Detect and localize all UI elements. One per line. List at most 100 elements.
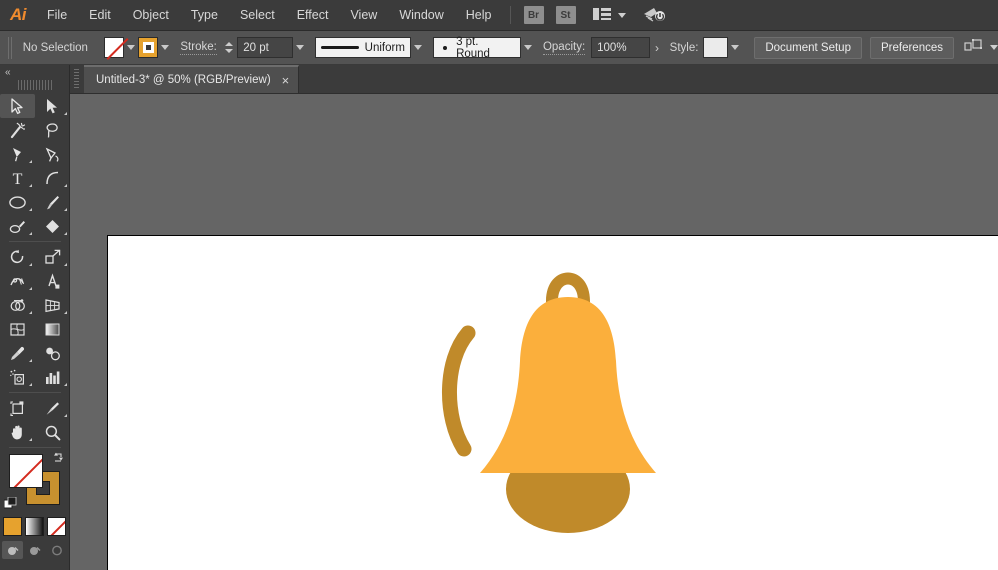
gradient-tool[interactable]: [35, 317, 70, 341]
menu-help[interactable]: Help: [455, 0, 503, 31]
free-transform-tool[interactable]: [35, 269, 70, 293]
shape-builder-tool[interactable]: [0, 293, 35, 317]
search-adobe-stock-icon[interactable]: [642, 5, 668, 25]
tool-divider: [9, 392, 61, 393]
menu-bar: Ai File Edit Object Type Select Effect V…: [0, 0, 998, 31]
fill-swatch[interactable]: [104, 37, 124, 58]
canvas-area[interactable]: [70, 94, 998, 570]
paintbrush-tool[interactable]: [35, 190, 70, 214]
opacity-label[interactable]: Opacity:: [543, 41, 585, 55]
none-mode-button[interactable]: [47, 517, 66, 536]
artboard-tool[interactable]: [0, 396, 35, 420]
rotate-tool[interactable]: [0, 245, 35, 269]
tool-divider: [9, 241, 61, 242]
close-icon[interactable]: ×: [282, 74, 290, 87]
hand-tool[interactable]: [0, 420, 35, 444]
document-tab-bar: Untitled-3* @ 50% (RGB/Preview) ×: [0, 65, 998, 94]
stroke-profile-dropdown-icon[interactable]: [411, 37, 425, 58]
align-dropdown-chevron-icon[interactable]: [990, 45, 998, 50]
direct-selection-tool[interactable]: [35, 94, 70, 118]
zoom-tool[interactable]: [35, 420, 70, 444]
brush-definition-label: 3 pt. Round: [456, 36, 515, 60]
draw-mode-buttons: [0, 541, 69, 559]
menu-window[interactable]: Window: [388, 0, 454, 31]
width-tool[interactable]: [0, 269, 35, 293]
graphic-style-swatch[interactable]: [703, 37, 728, 58]
stroke-profile-label: Uniform: [365, 42, 405, 54]
bell-swing-arc: [449, 333, 468, 449]
arrange-documents-icon[interactable]: [592, 7, 612, 23]
svg-text:T: T: [13, 171, 23, 187]
tab-bar-grip[interactable]: [74, 69, 79, 89]
align-transform-icon[interactable]: [964, 39, 984, 57]
stroke-swatch[interactable]: [138, 37, 158, 58]
perspective-grid-tool[interactable]: [35, 293, 70, 317]
bell-illustration[interactable]: [438, 241, 698, 541]
stroke-profile-preview-icon: [321, 46, 359, 49]
column-graph-tool[interactable]: [35, 365, 70, 389]
brush-definition-select[interactable]: 3 pt. Round: [433, 37, 521, 58]
fill-stroke-widget: [0, 451, 70, 513]
color-mode-button[interactable]: [3, 517, 22, 536]
menu-view[interactable]: View: [339, 0, 388, 31]
control-bar-grip[interactable]: [8, 37, 13, 59]
stroke-dropdown-icon[interactable]: [158, 37, 172, 58]
tool-grid: T: [0, 94, 70, 444]
stroke-weight-dropdown-icon[interactable]: [293, 37, 307, 58]
ellipse-tool[interactable]: [0, 190, 35, 214]
symbol-sprayer-tool[interactable]: [0, 365, 35, 389]
tools-panel-grip[interactable]: [18, 80, 52, 90]
draw-normal-button[interactable]: [2, 541, 23, 559]
lasso-tool[interactable]: [35, 118, 70, 142]
tool-divider: [9, 447, 61, 448]
stock-icon[interactable]: St: [556, 6, 576, 24]
menu-object[interactable]: Object: [122, 0, 180, 31]
bridge-icon[interactable]: Br: [524, 6, 544, 24]
curvature-tool[interactable]: [35, 142, 70, 166]
line-segment-tool[interactable]: [35, 166, 70, 190]
draw-inside-button[interactable]: [46, 541, 67, 559]
stroke-weight-label[interactable]: Stroke:: [180, 41, 216, 55]
slice-tool[interactable]: [35, 396, 70, 420]
swap-fill-stroke-icon[interactable]: [52, 451, 65, 464]
eyedropper-tool[interactable]: [0, 341, 35, 365]
type-tool[interactable]: T: [0, 166, 35, 190]
default-fill-stroke-icon[interactable]: [4, 497, 17, 510]
document-setup-button[interactable]: Document Setup: [754, 37, 862, 59]
stroke-profile-select[interactable]: Uniform: [315, 37, 411, 58]
fill-none-swatch[interactable]: [9, 454, 43, 488]
menu-divider: [510, 6, 511, 24]
preferences-button[interactable]: Preferences: [870, 37, 954, 59]
document-tab[interactable]: Untitled-3* @ 50% (RGB/Preview) ×: [84, 65, 299, 93]
control-bar: No Selection Stroke: 20 pt Uniform 3 pt.…: [0, 31, 998, 65]
menu-select[interactable]: Select: [229, 0, 286, 31]
artboard[interactable]: [107, 235, 998, 570]
illustrator-window: Ai File Edit Object Type Select Effect V…: [0, 0, 998, 570]
menu-file[interactable]: File: [36, 0, 78, 31]
bell-body: [480, 297, 656, 473]
pen-tool[interactable]: [0, 142, 35, 166]
menu-effect[interactable]: Effect: [286, 0, 340, 31]
style-label: Style:: [670, 42, 699, 54]
chevron-down-icon[interactable]: [618, 13, 626, 18]
magic-wand-tool[interactable]: [0, 118, 35, 142]
opacity-input[interactable]: 100%: [591, 37, 650, 58]
stroke-weight-input[interactable]: 20 pt: [237, 37, 293, 58]
menu-type[interactable]: Type: [180, 0, 229, 31]
opacity-more-icon[interactable]: ›: [650, 38, 663, 58]
menu-edit[interactable]: Edit: [78, 0, 122, 31]
stroke-weight-stepper[interactable]: [224, 38, 234, 58]
scale-tool[interactable]: [35, 245, 70, 269]
draw-behind-button[interactable]: [24, 541, 45, 559]
brush-definition-dropdown-icon[interactable]: [521, 37, 535, 58]
style-dropdown-icon[interactable]: [728, 37, 742, 58]
mesh-tool[interactable]: [0, 317, 35, 341]
app-logo-icon: Ai: [0, 0, 36, 31]
shaper-tool[interactable]: [35, 214, 70, 238]
blend-tool[interactable]: [35, 341, 70, 365]
pencil-tool[interactable]: [0, 214, 35, 238]
selection-tool[interactable]: [0, 94, 35, 118]
collapse-panel-icon[interactable]: «: [0, 65, 69, 80]
selection-status: No Selection: [23, 42, 104, 54]
gradient-mode-button[interactable]: [25, 517, 44, 536]
